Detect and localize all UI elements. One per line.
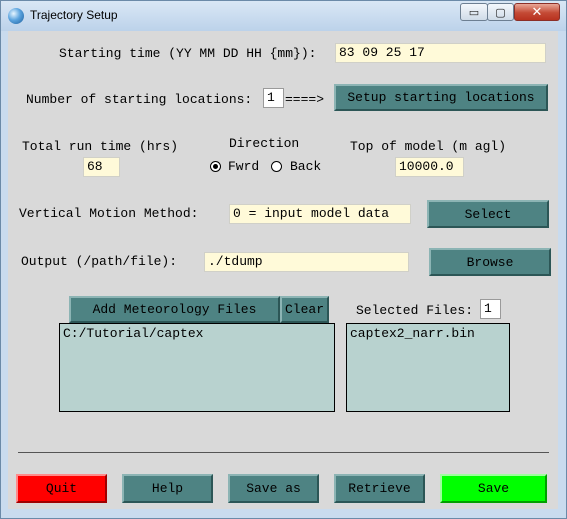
run-time-field[interactable]: 68 [83, 157, 120, 177]
form-panel: Starting time (YY MM DD HH {mm}): 83 09 … [8, 31, 558, 509]
quit-button[interactable]: Quit [16, 474, 107, 503]
close-button[interactable]: ✕ [514, 3, 560, 21]
run-time-label: Total run time (hrs) [22, 139, 179, 154]
direction-label: Direction [229, 136, 300, 151]
minimize-button[interactable]: ▭ [460, 3, 488, 21]
clear-files-button[interactable]: Clear [280, 296, 329, 323]
locations-count-field[interactable]: 1 [263, 88, 284, 108]
output-path-field[interactable]: ./tdump [204, 252, 409, 272]
direction-back-label: Back [290, 159, 322, 174]
direction-forward-radio[interactable] [210, 161, 221, 172]
meteorology-directory-list[interactable]: C:/Tutorial/captex [59, 323, 335, 412]
starting-time-label: Starting time (YY MM DD HH {mm}): [59, 46, 317, 61]
top-of-model-label: Top of model (m agl) [350, 139, 507, 154]
starting-time-field[interactable]: 83 09 25 17 [335, 43, 546, 63]
output-label: Output (/path/file): [21, 254, 178, 269]
vertical-motion-label: Vertical Motion Method: [19, 206, 199, 221]
app-globe-icon [8, 8, 24, 24]
trajectory-setup-window: Trajectory Setup ▭ ▢ ✕ Starting time (YY… [0, 0, 567, 519]
direction-forward-label: Fwrd [228, 159, 260, 174]
separator-line [18, 452, 549, 453]
setup-locations-button[interactable]: Setup starting locations [334, 84, 548, 111]
list-item[interactable]: C:/Tutorial/captex [63, 326, 331, 342]
vertical-motion-field[interactable]: 0 = input model data [229, 204, 411, 224]
meteorology-file-list[interactable]: captex2_narr.bin [346, 323, 510, 412]
top-of-model-field[interactable]: 10000.0 [395, 157, 464, 177]
locations-arrow: ====> [285, 92, 325, 107]
save-button[interactable]: Save [440, 474, 547, 503]
selected-files-label: Selected Files: [356, 303, 474, 318]
retrieve-button[interactable]: Retrieve [334, 474, 425, 503]
list-item[interactable]: captex2_narr.bin [350, 326, 506, 342]
window-title: Trajectory Setup [30, 8, 118, 22]
help-button[interactable]: Help [122, 474, 213, 503]
locations-label: Number of starting locations: [26, 92, 253, 107]
maximize-button[interactable]: ▢ [487, 3, 514, 21]
direction-back-radio[interactable] [271, 161, 282, 172]
save-as-button[interactable]: Save as [228, 474, 319, 503]
select-vertical-motion-button[interactable]: Select [427, 200, 549, 228]
title-bar[interactable]: Trajectory Setup ▭ ▢ ✕ [1, 1, 566, 31]
browse-button[interactable]: Browse [429, 248, 551, 276]
selected-files-count: 1 [480, 299, 501, 319]
add-meteorology-files-button[interactable]: Add Meteorology Files [69, 296, 280, 323]
